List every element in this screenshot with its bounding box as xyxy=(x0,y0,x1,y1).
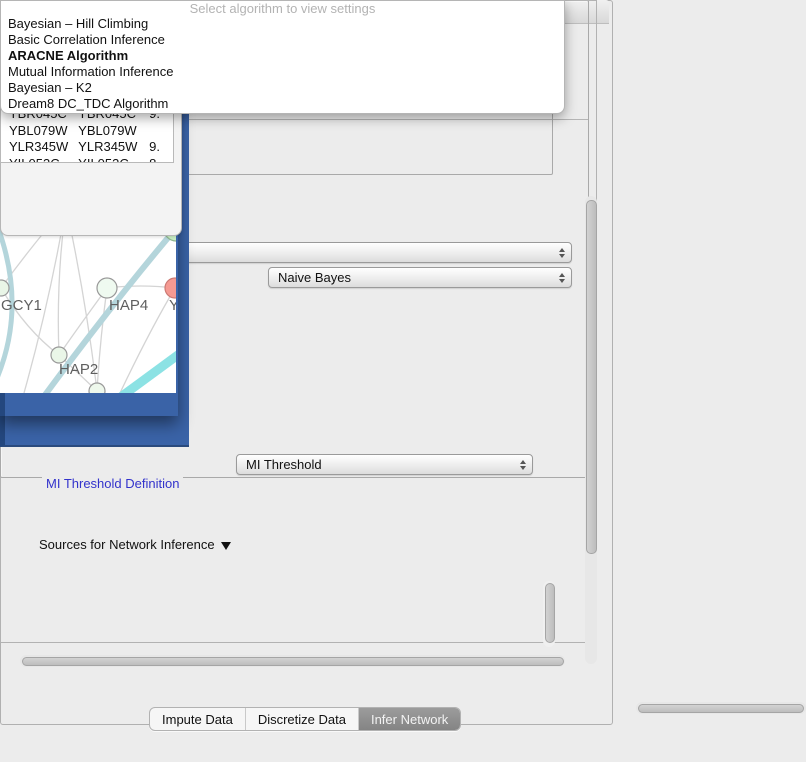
tab-infer-network[interactable]: Infer Network xyxy=(358,708,460,730)
mi-algorithm-type-select[interactable]: Naive Bayes xyxy=(268,267,572,288)
popup-item-mutual-information[interactable]: Mutual Information Inference xyxy=(1,64,564,80)
combo-stepper-icon xyxy=(559,248,565,258)
tab-impute-data[interactable]: Impute Data xyxy=(150,708,245,730)
popup-item-bayesian-hill[interactable]: Bayesian – Hill Climbing xyxy=(1,16,564,32)
popup-item-basic-correlation[interactable]: Basic Correlation Inference xyxy=(1,32,564,48)
sources-group-title[interactable]: Sources for Network Inference xyxy=(35,538,235,552)
highlight-edge xyxy=(118,349,176,393)
cyni-bottom-tabs: Impute Data Discretize Data Infer Networ… xyxy=(149,707,461,731)
node-bottom-cut[interactable] xyxy=(89,383,105,393)
sources-hscrollbar-thumb[interactable] xyxy=(22,657,564,666)
which-threshold-select[interactable]: MI Threshold xyxy=(236,454,533,475)
table-row: YBL079WYBL079W xyxy=(1,122,173,139)
mi-threshold-definition-title: MI Threshold Definition xyxy=(42,477,183,491)
popup-placeholder: Select algorithm to view settings xyxy=(1,2,564,16)
node-label: Y xyxy=(169,297,176,314)
node-salmon[interactable] xyxy=(165,278,176,298)
popup-item-bayesian-k2[interactable]: Bayesian – K2 xyxy=(1,80,564,96)
node-label: HAP2 xyxy=(59,361,98,378)
popup-item-dream8[interactable]: Dream8 DC_TDC Algorithm xyxy=(1,96,564,112)
popup-item-aracne[interactable]: ARACNE Algorithm xyxy=(1,48,564,64)
table-hscrollbar-thumb[interactable] xyxy=(638,704,804,713)
collapse-arrow-icon xyxy=(221,542,231,550)
algorithm-select-popup: Select algorithm to view settings Bayesi… xyxy=(0,0,565,114)
combo-stepper-icon xyxy=(559,273,565,283)
node-label: HAP4 xyxy=(109,297,148,314)
node-hap4[interactable] xyxy=(97,278,117,298)
combo-stepper-icon xyxy=(520,460,526,470)
table-row: YLR345WYLR345W9. xyxy=(1,139,173,156)
attributes-vscrollbar-thumb[interactable] xyxy=(545,583,555,643)
table-row: YIL053CYIL053C8. xyxy=(1,155,173,163)
tab-discretize-data[interactable]: Discretize Data xyxy=(245,708,358,730)
node-label: GCY1 xyxy=(1,297,42,314)
settings-vscrollbar-thumb[interactable] xyxy=(586,200,597,554)
node-gcy1[interactable] xyxy=(0,280,9,296)
